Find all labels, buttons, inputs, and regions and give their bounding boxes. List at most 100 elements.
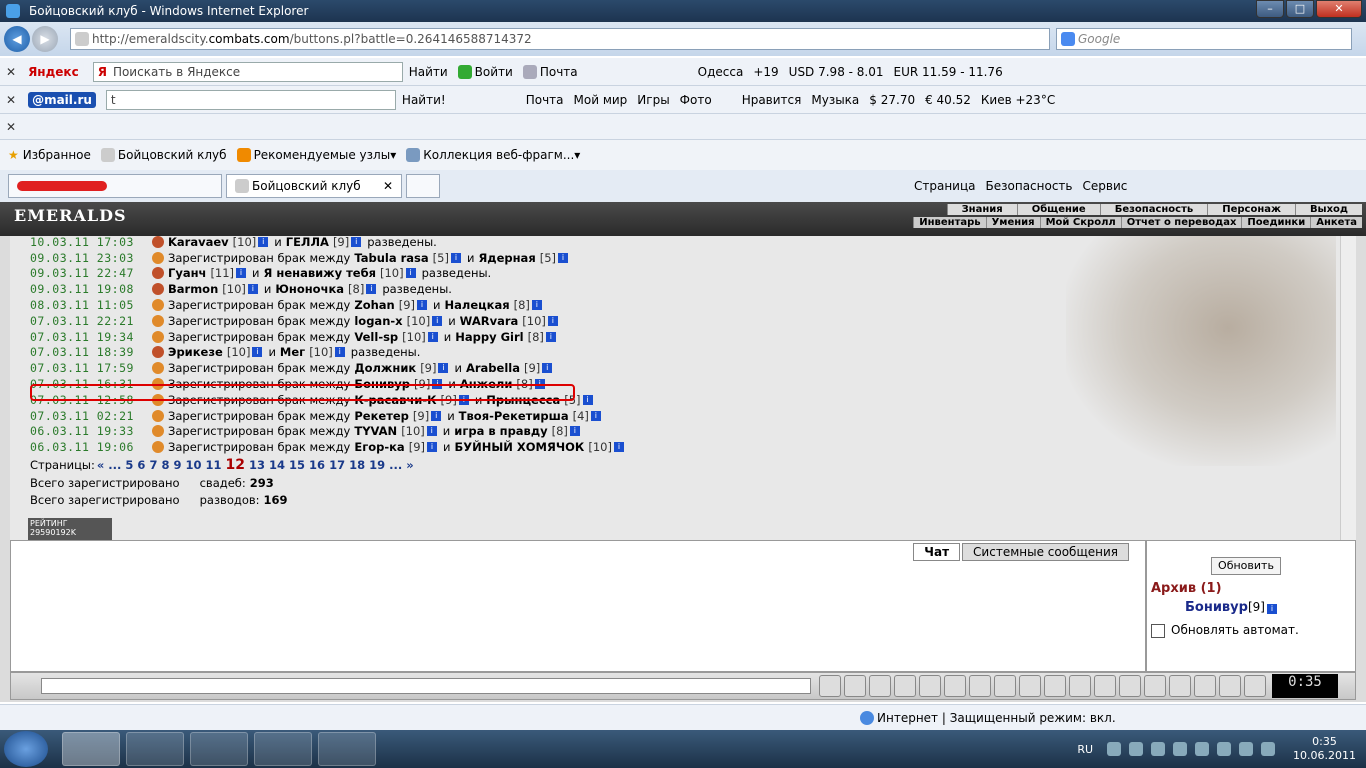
player-nick[interactable]: БУЙНЫЙ ХОМЯЧОК: [454, 440, 584, 454]
start-button[interactable]: [4, 731, 48, 767]
page-link[interactable]: 8: [161, 458, 169, 472]
info-icon[interactable]: i: [613, 442, 624, 453]
taskbar-ie[interactable]: [62, 732, 120, 766]
info-icon[interactable]: i: [366, 284, 377, 295]
player-nick[interactable]: Ядерная: [478, 251, 535, 265]
mailru-like-button[interactable]: Нравится: [742, 93, 802, 107]
game-menu-item[interactable]: Выход: [1294, 204, 1362, 215]
close-toolbar-icon[interactable]: ✕: [6, 120, 16, 134]
page-link[interactable]: 12: [226, 457, 245, 473]
game-submenu-item[interactable]: Анкета: [1310, 217, 1362, 228]
player-nick[interactable]: Должник: [354, 361, 416, 375]
player-nick[interactable]: Я ненавижу тебя: [264, 266, 376, 280]
tab-close-icon[interactable]: ✕: [383, 179, 393, 193]
chat-tool-icon[interactable]: [1019, 675, 1041, 697]
chat-tool-icon[interactable]: [944, 675, 966, 697]
info-icon[interactable]: i: [427, 331, 438, 342]
network-icon[interactable]: [1261, 742, 1276, 756]
url-field[interactable]: http://emeraldscity. combats.com/buttons.…: [70, 28, 1050, 50]
info-icon[interactable]: i: [558, 252, 568, 263]
content-scrollbar[interactable]: [1340, 236, 1356, 540]
system-clock[interactable]: 0:35 10.06.2011: [1293, 735, 1356, 763]
tray-icon[interactable]: [1195, 742, 1210, 756]
player-nick[interactable]: Barmon: [168, 282, 218, 296]
taskbar-app[interactable]: [318, 732, 376, 766]
yandex-find-button[interactable]: Найти: [409, 65, 448, 79]
mailru-find-button[interactable]: Найти!: [402, 93, 446, 107]
mailru-myworld-button[interactable]: Мой мир: [574, 93, 628, 107]
game-submenu-item[interactable]: Отчет о переводах: [1120, 217, 1242, 228]
archive-nick[interactable]: Бонивур: [1185, 600, 1248, 615]
mailru-music-button[interactable]: Музыка: [811, 93, 859, 107]
info-icon[interactable]: i: [417, 300, 428, 311]
info-icon[interactable]: i: [426, 426, 437, 437]
page-link[interactable]: 19: [369, 458, 385, 472]
page-link[interactable]: 5: [125, 458, 133, 472]
chat-tool-icon[interactable]: [994, 675, 1016, 697]
player-nick[interactable]: Zohan: [354, 298, 394, 312]
player-nick[interactable]: Налецкая: [445, 298, 510, 312]
page-link[interactable]: 6: [137, 458, 145, 472]
tab-system-messages[interactable]: Системные сообщения: [962, 543, 1129, 561]
player-nick[interactable]: Мег: [280, 345, 305, 359]
player-nick[interactable]: Эрикезе: [168, 345, 223, 359]
tray-icon[interactable]: [1129, 742, 1144, 756]
chat-tool-icon[interactable]: [844, 675, 866, 697]
page-link[interactable]: 7: [149, 458, 157, 472]
page-link[interactable]: 13: [249, 458, 265, 472]
page-link[interactable]: «: [97, 458, 104, 472]
info-icon[interactable]: i: [431, 410, 442, 421]
refresh-button[interactable]: Обновить: [1211, 557, 1281, 575]
mailru-games-button[interactable]: Игры: [637, 93, 669, 107]
info-icon[interactable]: i: [547, 315, 558, 326]
page-link[interactable]: 9: [173, 458, 181, 472]
chat-tool-icon[interactable]: [1144, 675, 1166, 697]
info-icon[interactable]: i: [427, 442, 437, 453]
info-icon[interactable]: i: [334, 347, 345, 358]
page-link[interactable]: 18: [349, 458, 365, 472]
fav-item-webslices[interactable]: Коллекция веб-фрагм... ▾: [406, 148, 580, 162]
info-icon[interactable]: i: [1266, 604, 1277, 614]
game-submenu-item[interactable]: Мой Скролл: [1039, 217, 1121, 228]
yandex-login-button[interactable]: Войти: [457, 64, 513, 79]
info-icon[interactable]: i: [438, 363, 449, 374]
player-nick[interactable]: Arabella: [466, 361, 520, 375]
info-icon[interactable]: i: [247, 284, 258, 295]
maximize-button[interactable]: □: [1286, 0, 1314, 18]
taskbar-skype[interactable]: [254, 732, 312, 766]
info-icon[interactable]: i: [590, 410, 601, 421]
player-nick[interactable]: Karavaev: [168, 236, 229, 249]
volume-icon[interactable]: [1239, 742, 1254, 756]
taskbar-media[interactable]: [190, 732, 248, 766]
player-nick[interactable]: Vell-sp: [354, 330, 398, 344]
page-link[interactable]: »: [406, 458, 413, 472]
page-link[interactable]: 15: [289, 458, 305, 472]
chat-tool-icon[interactable]: [919, 675, 941, 697]
player-nick[interactable]: Рекетер: [354, 409, 409, 423]
close-toolbar-icon[interactable]: ✕: [6, 93, 16, 107]
page-link[interactable]: 16: [309, 458, 325, 472]
page-link[interactable]: ...: [108, 458, 121, 472]
game-menu-item[interactable]: Знания: [946, 204, 1017, 215]
service-menu[interactable]: Сервис: [1083, 179, 1128, 193]
favorites-button[interactable]: ★ Избранное: [8, 148, 91, 162]
tray-icon[interactable]: [1173, 742, 1188, 756]
chat-tool-icon[interactable]: [1044, 675, 1066, 697]
mailru-mail-button[interactable]: Почта: [526, 93, 564, 107]
chat-tool-icon[interactable]: [1244, 675, 1266, 697]
yandex-search-input[interactable]: Я Поискать в Яндексе: [92, 61, 403, 82]
page-link[interactable]: 14: [269, 458, 285, 472]
auto-refresh-row[interactable]: Обновлять автомат.: [1151, 623, 1351, 638]
page-menu[interactable]: Страница: [914, 179, 976, 193]
info-icon[interactable]: i: [258, 236, 269, 247]
mailru-photo-button[interactable]: Фото: [680, 93, 712, 107]
player-nick[interactable]: ГЕЛЛА: [286, 236, 329, 249]
player-nick[interactable]: TYVAN: [354, 424, 397, 438]
tray-icon[interactable]: [1217, 742, 1232, 756]
chat-tool-icon[interactable]: [1069, 675, 1091, 697]
chat-tool-icon[interactable]: [1169, 675, 1191, 697]
game-submenu-item[interactable]: Поединки: [1241, 217, 1311, 228]
google-search-input[interactable]: Google: [1056, 28, 1352, 50]
chat-tool-icon[interactable]: [1194, 675, 1216, 697]
info-icon[interactable]: i: [450, 252, 461, 263]
